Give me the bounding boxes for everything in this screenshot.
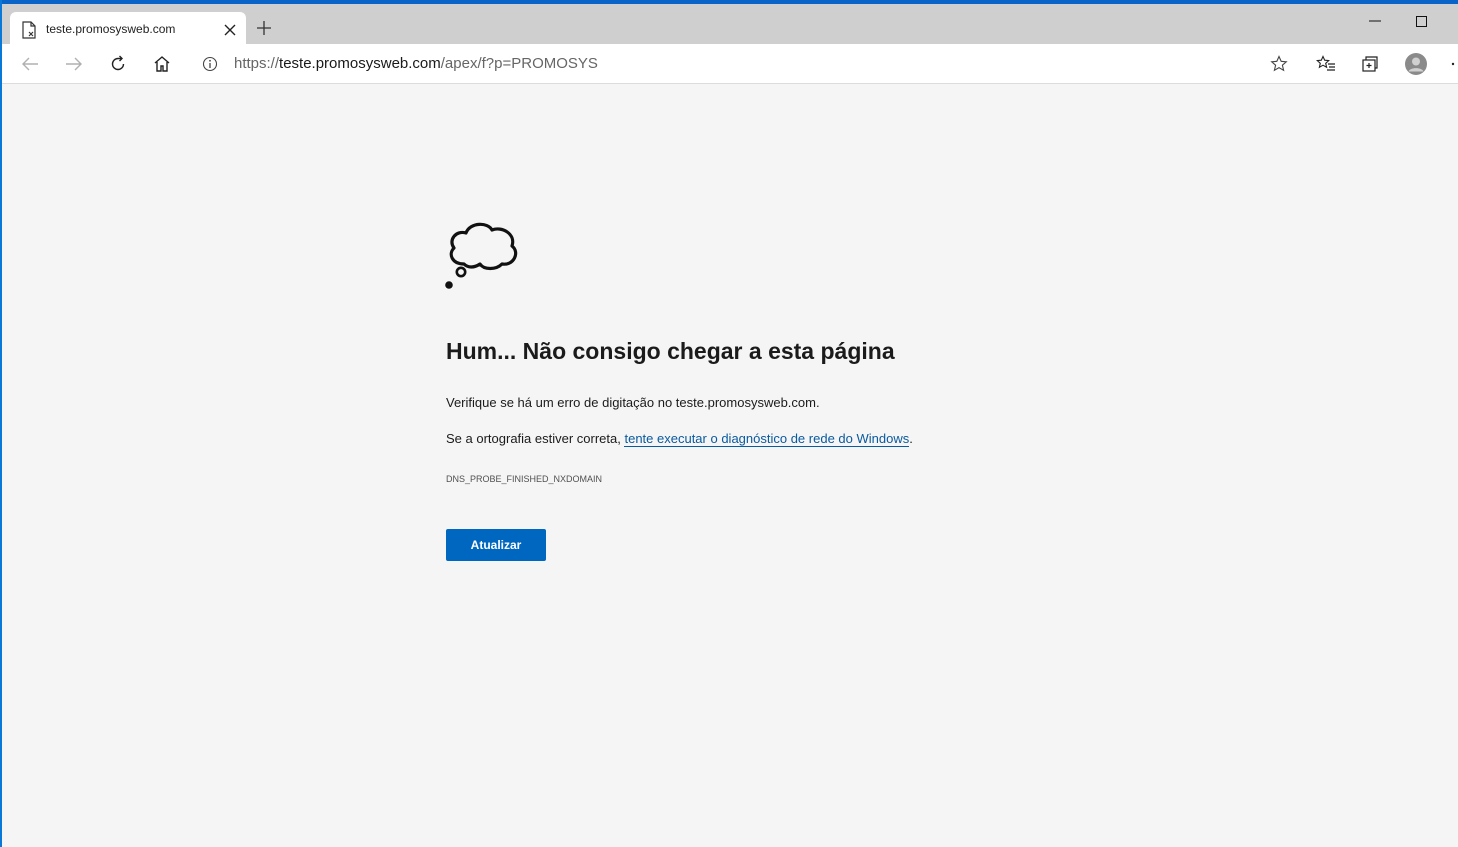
page-title: Hum... Não consigo chegar a esta página [446,338,895,364]
info-icon[interactable] [202,56,218,72]
browser-toolbar: https://teste.promosysweb.com/apex/f?p=P… [2,44,1458,84]
error-code: DNS_PROBE_FINISHED_NXDOMAIN [446,474,603,484]
back-button[interactable] [16,50,44,78]
refresh-page-button[interactable]: Atualizar [446,529,546,561]
diagnostics-hint: Se a ortografia estiver correta, tente e… [446,431,913,447]
network-diagnostics-link[interactable]: tente executar o diagnóstico de rede do … [624,431,910,447]
new-tab-button[interactable] [252,16,276,40]
arrow-right-icon [66,57,82,71]
typo-hint-text: Verifique se há um erro de digitação no … [446,395,820,410]
url-scheme: https:// [234,55,280,72]
page-error-icon [22,21,36,39]
tab-title: teste.promosysweb.com [46,22,176,36]
profile-button[interactable] [1402,50,1430,78]
arrow-left-icon [22,57,38,71]
tab-active[interactable]: teste.promosysweb.com [10,12,246,48]
url-path: /apex/f?p=PROMOSYS [440,55,598,72]
home-icon [154,56,170,72]
diagnostics-prefix: Se a ortografia estiver correta, [446,431,625,446]
forward-button[interactable] [60,50,88,78]
favorites-list-icon [1316,55,1335,71]
home-button[interactable] [148,50,176,78]
avatar-icon [1405,53,1427,75]
collections-button[interactable] [1356,50,1384,78]
refresh-button[interactable] [104,50,132,78]
url-host: teste.promosysweb.com [279,55,441,72]
tab-strip: teste.promosysweb.com [2,4,1458,48]
close-icon[interactable] [218,18,242,42]
collections-icon [1362,56,1378,72]
minimize-button[interactable] [1360,10,1390,32]
more-icon[interactable] [1442,50,1458,78]
refresh-icon [111,55,125,71]
add-favorite-star-icon[interactable] [1268,53,1290,75]
address-bar[interactable]: https://teste.promosysweb.com/apex/f?p=P… [190,48,1298,80]
maximize-button[interactable] [1406,10,1436,32]
address-url[interactable]: https://teste.promosysweb.com/apex/f?p=P… [234,55,598,72]
thought-cloud-icon [445,222,518,289]
diagnostics-suffix: . [909,431,913,446]
window-border-left [0,0,2,847]
favorites-button[interactable] [1312,50,1340,78]
